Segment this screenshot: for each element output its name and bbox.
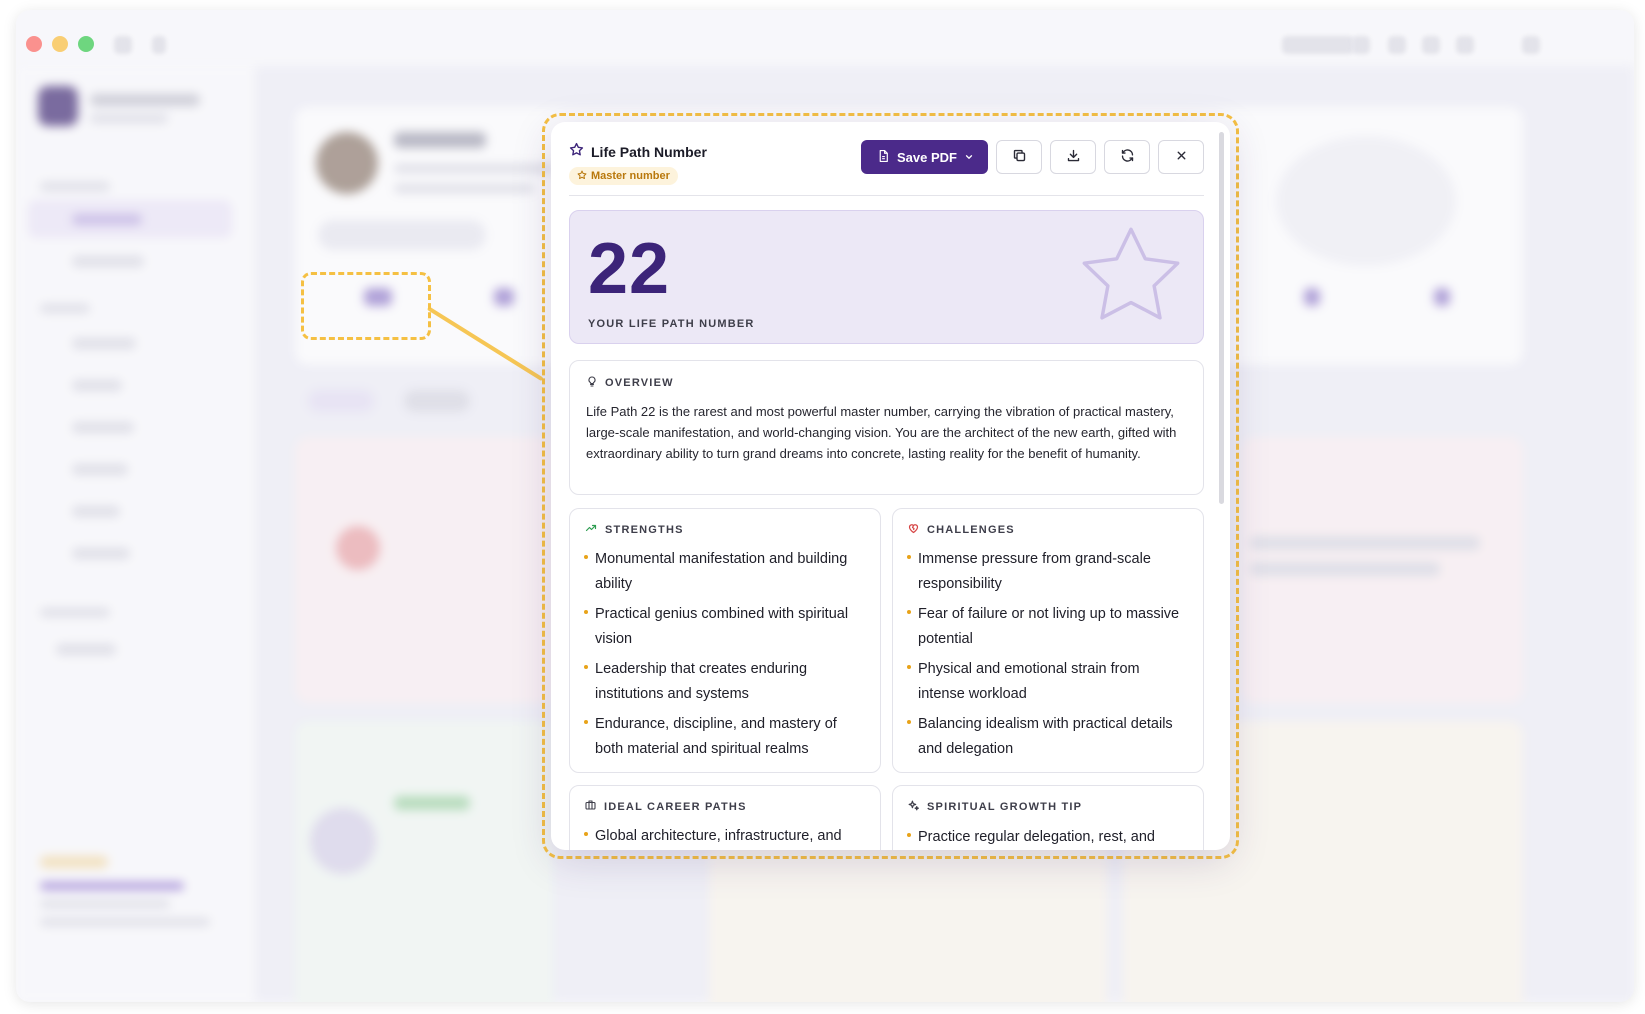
master-number-badge: Master number [569, 167, 678, 185]
list-item: Balancing idealism with practical detail… [907, 712, 1189, 762]
challenges-list: Immense pressure from grand-scale respon… [907, 547, 1189, 762]
overview-heading: OVERVIEW [586, 375, 1187, 391]
strengths-heading-label: STRENGTHS [605, 523, 684, 536]
life-path-label: YOUR LIFE PATH NUMBER [588, 318, 755, 330]
career-paths-heading: IDEAL CAREER PATHS [584, 799, 866, 814]
close-icon [1175, 149, 1188, 165]
modal-title-row: Life Path Number [569, 142, 707, 162]
list-item: Monumental manifestation and building ab… [584, 547, 866, 597]
life-path-number: 22 [588, 229, 671, 309]
list-item: Global architecture, infrastructure, and [584, 824, 866, 849]
file-pdf-icon [877, 149, 890, 166]
heart-crack-icon [907, 522, 920, 537]
life-path-hero: 22 YOUR LIFE PATH NUMBER [569, 210, 1204, 344]
strengths-list: Monumental manifestation and building ab… [584, 547, 866, 762]
list-item: Practical genius combined with spiritual… [584, 602, 866, 652]
overview-section: OVERVIEW Life Path 22 is the rarest and … [569, 360, 1204, 495]
list-item: Physical and emotional strain from inten… [907, 657, 1189, 707]
modal-scrollbar[interactable] [1219, 132, 1224, 504]
strengths-heading: STRENGTHS [584, 522, 866, 537]
list-item: Immense pressure from grand-scale respon… [907, 547, 1189, 597]
list-item: Practice regular delegation, rest, and [907, 825, 1189, 850]
refresh-button[interactable] [1104, 140, 1150, 174]
save-pdf-button[interactable]: Save PDF [861, 140, 988, 174]
strengths-section: STRENGTHS Monumental manifestation and b… [569, 508, 881, 773]
star-icon [569, 142, 584, 162]
growth-tip-heading: SPIRITUAL GROWTH TIP [907, 799, 1189, 815]
briefcase-icon [584, 799, 597, 814]
overview-text: Life Path 22 is the rarest and most powe… [586, 404, 1177, 461]
career-paths-section: IDEAL CAREER PATHS Global architecture, … [569, 785, 881, 850]
download-icon [1066, 148, 1081, 166]
save-pdf-label: Save PDF [897, 149, 957, 165]
challenges-heading: CHALLENGES [907, 522, 1189, 537]
modal-header: Life Path Number Master number Save PDF [569, 140, 1204, 196]
overview-heading-label: OVERVIEW [605, 377, 674, 389]
modal-title: Life Path Number [591, 144, 707, 160]
download-button[interactable] [1050, 140, 1096, 174]
trending-up-icon [584, 522, 598, 537]
star-icon [577, 170, 587, 183]
list-item: Endurance, discipline, and mastery of bo… [584, 712, 866, 762]
list-item: Leadership that creates enduring institu… [584, 657, 866, 707]
growth-tip-section: SPIRITUAL GROWTH TIP Practice regular de… [892, 785, 1204, 850]
challenges-section: CHALLENGES Immense pressure from grand-s… [892, 508, 1204, 773]
modal-actions: Save PDF [861, 140, 1204, 174]
career-paths-heading-label: IDEAL CAREER PATHS [604, 800, 747, 813]
growth-tip-heading-label: SPIRITUAL GROWTH TIP [927, 801, 1083, 813]
career-paths-list: Global architecture, infrastructure, and [584, 824, 866, 849]
refresh-icon [1120, 148, 1135, 166]
chevron-down-icon [964, 150, 974, 165]
list-item: Fear of failure or not living up to mass… [907, 602, 1189, 652]
lightbulb-icon [586, 375, 598, 391]
copy-icon [1012, 148, 1027, 166]
decorative-star-icon [1071, 217, 1191, 340]
badge-label: Master number [591, 170, 670, 182]
copy-button[interactable] [996, 140, 1042, 174]
challenges-heading-label: CHALLENGES [927, 523, 1015, 536]
sparkles-icon [907, 799, 920, 815]
life-path-modal: Life Path Number Master number Save PDF [551, 122, 1230, 850]
close-button[interactable] [1158, 140, 1204, 174]
highlighted-life-path-card [301, 272, 431, 340]
growth-tip-list: Practice regular delegation, rest, and [907, 825, 1189, 850]
